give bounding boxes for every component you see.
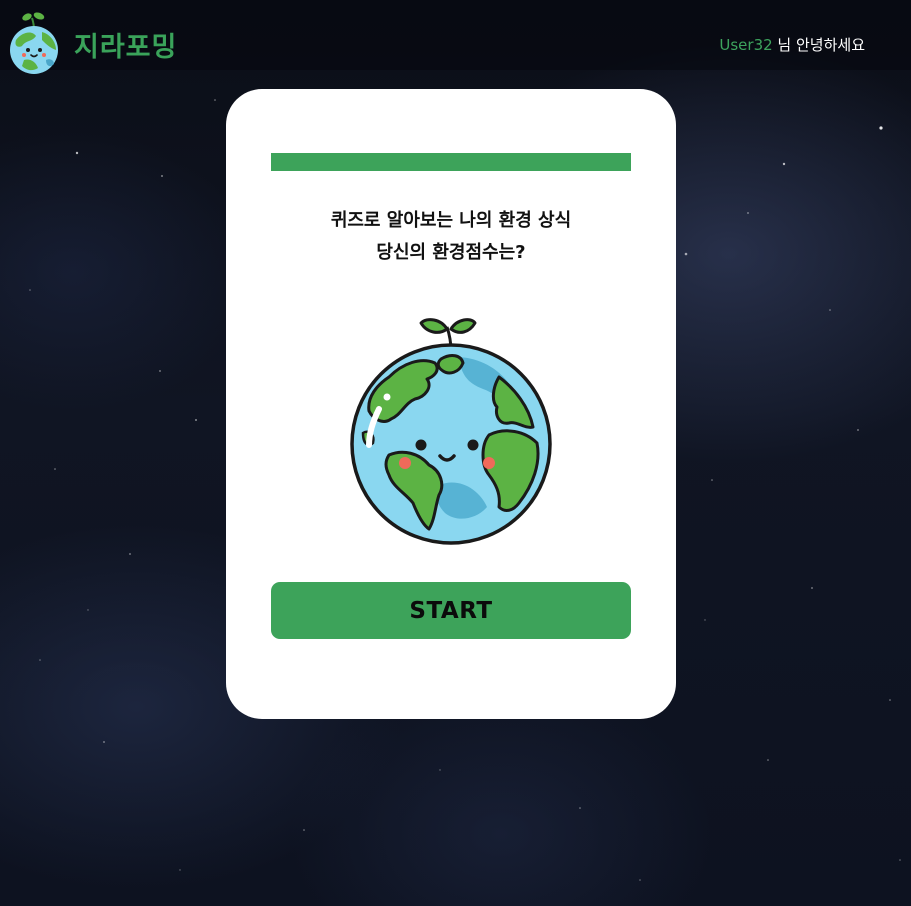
quiz-progress-bar <box>271 153 631 171</box>
home-logo-link[interactable]: 지라포밍 <box>6 10 177 74</box>
quiz-intro-line-1: 퀴즈로 알아보는 나의 환경 상식 <box>330 210 572 231</box>
earth-mascot-icon <box>10 12 58 74</box>
start-quiz-button[interactable]: START <box>271 582 631 639</box>
quiz-intro-text: 퀴즈로 알아보는 나의 환경 상식 당신의 환경점수는? <box>226 205 676 269</box>
quiz-intro-card: 퀴즈로 알아보는 나의 환경 상식 당신의 환경점수는? START <box>226 89 676 719</box>
user-greeting: User32 님 안녕하세요 <box>719 34 865 55</box>
quiz-intro-line-2: 당신의 환경점수는? <box>376 242 526 263</box>
smiling-earth-icon <box>350 318 552 545</box>
top-navigation-bar: 지라포밍 User32 님 안녕하세요 <box>0 0 911 74</box>
greeting-suffix: 님 안녕하세요 <box>772 36 865 54</box>
username: User32 <box>719 36 773 54</box>
logo-text: 지라포밍 <box>74 31 178 63</box>
quiz-progress-fill <box>271 153 631 171</box>
